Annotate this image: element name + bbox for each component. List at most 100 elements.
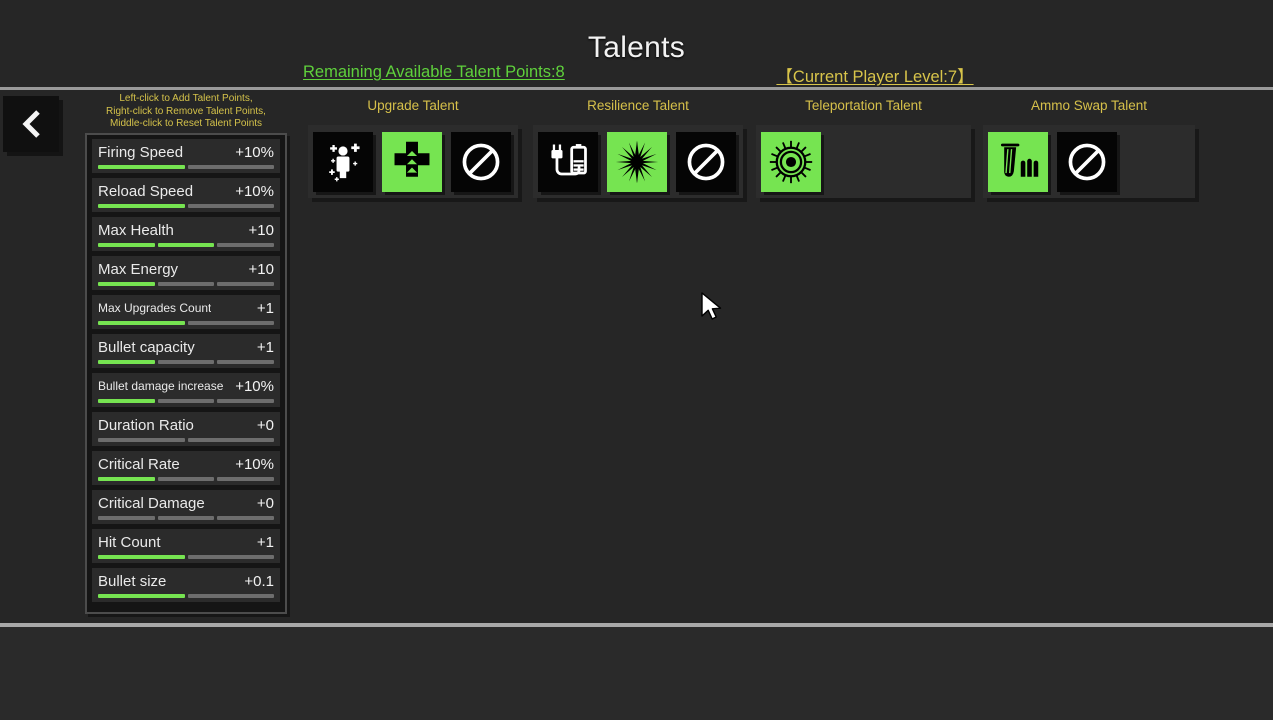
talent-hints: Left-click to Add Talent Points, Right-c… bbox=[86, 93, 286, 131]
stat-progress-segment bbox=[98, 165, 185, 169]
stat-value: +10% bbox=[235, 455, 274, 473]
talent-slot[interactable] bbox=[988, 131, 1048, 192]
stat-row[interactable]: Bullet damage increase +10% bbox=[92, 373, 280, 407]
stat-progress-segment bbox=[98, 594, 185, 598]
stat-progress-segment bbox=[98, 516, 155, 520]
stat-label: Duration Ratio bbox=[98, 416, 194, 434]
stat-value: +0.1 bbox=[244, 572, 274, 590]
talent-slot-container bbox=[983, 125, 1195, 198]
stat-row[interactable]: Bullet capacity +1 bbox=[92, 334, 280, 368]
stat-label: Bullet size bbox=[98, 572, 167, 590]
talent-groups: Upgrade Talent Resilience Talent Teleporta… bbox=[303, 98, 1203, 208]
stat-progress-bar bbox=[98, 399, 275, 403]
stat-label: Hit Count bbox=[98, 533, 161, 551]
stat-row[interactable]: Reload Speed +10% bbox=[92, 178, 280, 212]
talent-slot-container bbox=[756, 125, 971, 198]
talent-group-title: Upgrade Talent bbox=[367, 98, 459, 113]
stat-row[interactable]: Critical Rate +10% bbox=[92, 451, 280, 485]
stat-label: Max Health bbox=[98, 221, 174, 239]
stat-progress-segment bbox=[98, 243, 155, 247]
stat-value: +1 bbox=[256, 338, 274, 356]
talent-group-title: Ammo Swap Talent bbox=[1030, 98, 1148, 113]
stat-progress-segment bbox=[157, 477, 215, 481]
no-entry-icon bbox=[1064, 139, 1110, 185]
stat-progress-bar bbox=[98, 165, 274, 169]
portal-ring-icon bbox=[768, 139, 814, 185]
stat-row[interactable]: Critical Damage +0 bbox=[92, 490, 280, 524]
stat-progress-segment bbox=[187, 204, 274, 208]
stat-progress-segment bbox=[98, 360, 155, 364]
current-player-level: 【Current Player Level:7】 bbox=[776, 68, 974, 86]
stat-progress-bar bbox=[98, 282, 275, 286]
talent-slot[interactable] bbox=[313, 131, 373, 192]
stat-progress-segment bbox=[217, 360, 275, 364]
talent-slot[interactable] bbox=[451, 131, 511, 192]
talent-slot[interactable] bbox=[538, 131, 598, 192]
cross-upgrade-arrows-icon bbox=[389, 139, 435, 185]
plug-battery-icon bbox=[545, 139, 591, 185]
stat-label: Max Upgrades Count bbox=[98, 301, 212, 315]
stat-progress-segment bbox=[98, 477, 155, 481]
stat-value: +10 bbox=[248, 221, 274, 239]
talent-slot-container bbox=[308, 125, 518, 198]
talent-slot[interactable] bbox=[676, 131, 736, 192]
stat-label: Bullet capacity bbox=[98, 338, 195, 356]
talents-screen: Talents Remaining Available Talent Point… bbox=[0, 0, 1273, 720]
stat-value: +10 bbox=[248, 260, 274, 278]
talent-slot[interactable] bbox=[382, 131, 442, 192]
stat-label: Firing Speed bbox=[98, 143, 184, 161]
stat-row[interactable]: Duration Ratio +0 bbox=[92, 412, 280, 446]
stat-progress-segment bbox=[98, 438, 185, 442]
talent-slot[interactable] bbox=[607, 131, 667, 192]
no-entry-icon bbox=[683, 139, 729, 185]
talent-slot-container bbox=[533, 125, 743, 198]
stat-row[interactable]: Hit Count +1 bbox=[92, 529, 280, 563]
stat-progress-bar bbox=[98, 204, 274, 208]
magazine-bullets-icon bbox=[995, 139, 1041, 185]
stat-progress-segment bbox=[187, 321, 274, 325]
hint-line-2: Right-click to Remove Talent Points, bbox=[106, 105, 266, 117]
stat-progress-segment bbox=[187, 594, 274, 598]
stat-row[interactable]: Max Energy +10 bbox=[92, 256, 280, 290]
stat-label: Max Energy bbox=[98, 260, 179, 278]
talent-group-title: Teleportation Talent bbox=[805, 98, 922, 113]
talent-group-title: Resilience Talent bbox=[587, 98, 689, 113]
stat-progress-bar bbox=[98, 477, 275, 481]
stat-progress-segment bbox=[217, 477, 275, 481]
stat-progress-bar bbox=[98, 516, 275, 520]
stat-progress-bar bbox=[98, 360, 275, 364]
stat-value: +1 bbox=[256, 299, 274, 317]
talent-slot[interactable] bbox=[761, 131, 821, 192]
stat-row[interactable]: Max Health +10 bbox=[92, 217, 280, 251]
stat-progress-segment bbox=[157, 282, 215, 286]
stat-value: +10% bbox=[235, 182, 274, 200]
stat-progress-segment bbox=[98, 321, 185, 325]
no-entry-icon bbox=[458, 139, 504, 185]
stat-progress-segment bbox=[187, 165, 274, 169]
stat-progress-segment bbox=[157, 360, 215, 364]
stat-value: +1 bbox=[256, 533, 274, 551]
burst-star-icon bbox=[614, 139, 660, 185]
stat-value: +10% bbox=[235, 377, 274, 395]
stat-value: +0 bbox=[256, 494, 274, 512]
talent-slot[interactable] bbox=[1057, 131, 1117, 192]
back-button[interactable] bbox=[3, 96, 59, 152]
footer-band bbox=[0, 627, 1273, 720]
stat-value: +10% bbox=[235, 143, 274, 161]
stat-value: +0 bbox=[256, 416, 274, 434]
stat-progress-bar bbox=[98, 438, 274, 442]
stat-progress-segment bbox=[98, 204, 185, 208]
stat-label: Reload Speed bbox=[98, 182, 194, 200]
stat-row[interactable]: Bullet size +0.1 bbox=[92, 568, 280, 602]
stat-row[interactable]: Firing Speed +10% bbox=[92, 139, 280, 173]
stat-progress-segment bbox=[98, 282, 155, 286]
stat-label: Critical Damage bbox=[98, 494, 205, 512]
stat-progress-bar bbox=[98, 321, 274, 325]
remaining-talent-points: Remaining Available Talent Points:8 bbox=[303, 63, 565, 81]
page-title: Talents bbox=[587, 31, 686, 64]
stat-progress-segment bbox=[187, 555, 274, 559]
stat-progress-segment bbox=[98, 399, 155, 403]
hint-line-1: Left-click to Add Talent Points, bbox=[119, 93, 253, 104]
stat-row[interactable]: Max Upgrades Count +1 bbox=[92, 295, 280, 329]
stat-progress-segment bbox=[157, 399, 215, 403]
